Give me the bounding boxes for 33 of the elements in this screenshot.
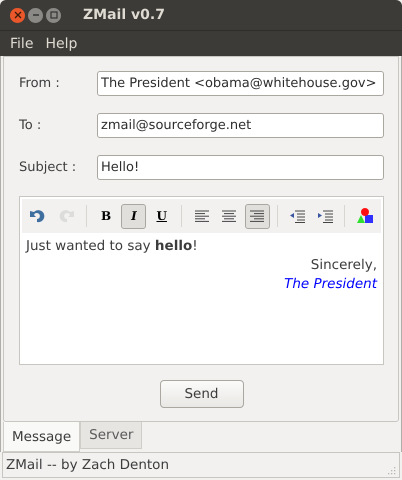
- text-line: The President: [284, 276, 377, 292]
- maximize-button[interactable]: [46, 8, 61, 22]
- close-icon: [14, 11, 22, 19]
- color-circles-icon: [356, 207, 374, 225]
- input-field[interactable]: The President <obama@whitehouse.gov>: [97, 71, 384, 96]
- align-left-icon: [194, 210, 210, 222]
- minimize-button[interactable]: [28, 8, 43, 22]
- align-right-button[interactable]: [244, 204, 270, 228]
- resize-grip-icon[interactable]: [387, 466, 396, 475]
- maximize-icon: [50, 11, 58, 19]
- tab[interactable]: Message: [3, 422, 80, 452]
- field-label: To :: [19, 118, 42, 133]
- text-line: Just wanted to say hello!: [26, 238, 198, 254]
- underline-button[interactable]: U: [149, 204, 174, 228]
- status-text: ZMail -- by Zach Denton: [6, 457, 170, 473]
- align-center-icon: [221, 210, 238, 222]
- text-line: Sincerely,: [310, 257, 377, 273]
- undo-icon: [29, 208, 48, 224]
- window-title: ZMail v0.7: [83, 7, 165, 23]
- indent-icon: [316, 209, 333, 223]
- input-field[interactable]: Hello!: [97, 155, 384, 180]
- italic-button[interactable]: I: [121, 204, 146, 228]
- field-label: Subject :: [19, 160, 78, 175]
- field-label: From :: [19, 76, 61, 91]
- send-button[interactable]: Send: [160, 380, 244, 408]
- bold-button[interactable]: B: [94, 204, 118, 228]
- close-button[interactable]: [10, 8, 25, 22]
- tab[interactable]: Server: [80, 422, 142, 449]
- menu-item[interactable]: Help: [39, 36, 84, 52]
- input-field[interactable]: zmail@sourceforge.net: [97, 113, 384, 138]
- align-right-icon: [249, 210, 266, 222]
- menu-item[interactable]: File: [4, 36, 40, 52]
- outdent-icon: [289, 209, 306, 223]
